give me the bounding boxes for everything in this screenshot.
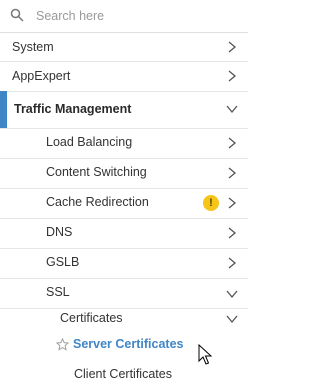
- chevron-right-icon: [228, 227, 237, 239]
- nav-item-traffic-management[interactable]: Traffic Management: [0, 91, 248, 129]
- selection-indicator: [0, 91, 7, 128]
- nav-item-label: Server Certificates: [73, 337, 184, 351]
- nav-item-cache-redirection[interactable]: Cache Redirection !: [0, 188, 248, 219]
- nav-item-label: Certificates: [60, 311, 123, 325]
- search-icon: [10, 8, 24, 22]
- chevron-right-icon: [228, 70, 237, 82]
- star-icon[interactable]: [56, 338, 69, 351]
- chevron-right-icon: [228, 137, 237, 149]
- chevron-right-icon: [228, 257, 237, 269]
- chevron-down-icon: [226, 315, 238, 324]
- nav-item-label: Load Balancing: [46, 135, 133, 149]
- nav-item-load-balancing[interactable]: Load Balancing: [0, 128, 248, 159]
- nav-item-label: GSLB: [46, 255, 80, 269]
- chevron-right-icon: [228, 41, 237, 53]
- warning-icon: !: [203, 195, 219, 211]
- nav-item-label: Cache Redirection: [46, 195, 149, 209]
- nav-item-label: Client Certificates: [74, 367, 172, 381]
- nav-item-label: System: [12, 40, 54, 54]
- chevron-down-icon: [226, 105, 238, 114]
- nav-item-gslb[interactable]: GSLB: [0, 248, 248, 279]
- nav-item-content-switching[interactable]: Content Switching: [0, 158, 248, 189]
- nav-item-label: Traffic Management: [14, 102, 132, 116]
- nav-item-appexpert[interactable]: AppExpert: [0, 61, 248, 92]
- search-placeholder[interactable]: Search here: [36, 9, 104, 23]
- nav-item-ssl[interactable]: SSL: [0, 278, 248, 309]
- mouse-cursor-icon: [198, 344, 212, 365]
- chevron-right-icon: [228, 167, 237, 179]
- nav-item-certificates[interactable]: Certificates: [0, 308, 248, 332]
- nav-item-label: DNS: [46, 225, 73, 239]
- nav-item-label: AppExpert: [12, 69, 71, 83]
- chevron-down-icon: [226, 290, 238, 299]
- chevron-right-icon: [228, 197, 237, 209]
- nav-item-dns[interactable]: DNS: [0, 218, 248, 249]
- nav-item-label: SSL: [46, 285, 70, 299]
- nav-item-label: Content Switching: [46, 165, 147, 179]
- search-bar[interactable]: Search here: [0, 0, 248, 33]
- nav-item-system[interactable]: System: [0, 32, 248, 62]
